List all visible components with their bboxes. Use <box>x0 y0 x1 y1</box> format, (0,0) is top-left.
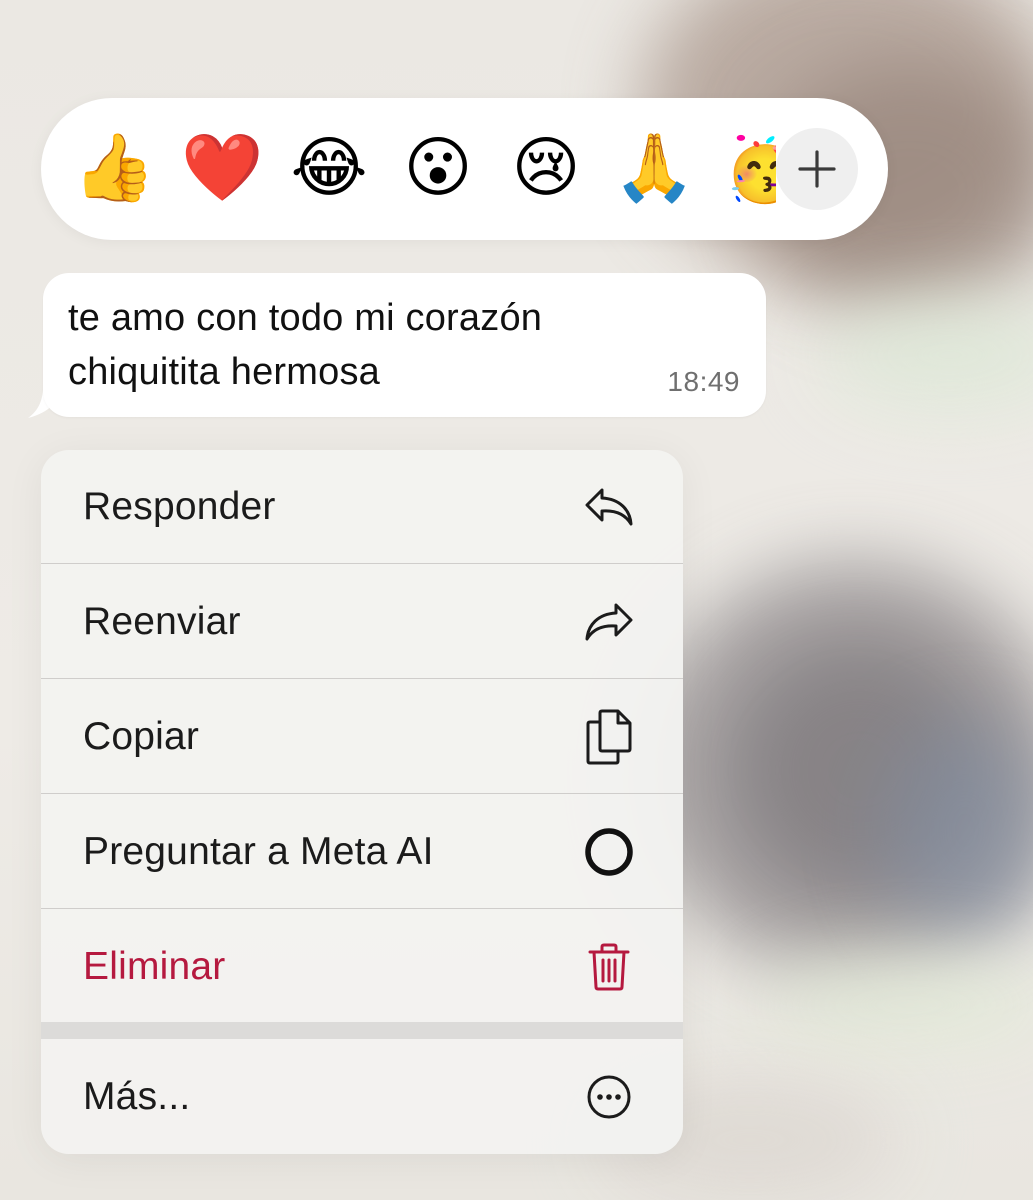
menu-item-ask-meta-ai[interactable]: Preguntar a Meta AI <box>41 795 683 909</box>
menu-item-label: Reenviar <box>83 599 241 643</box>
menu-separator <box>41 1022 683 1039</box>
menu-item-label: Responder <box>83 484 276 528</box>
reaction-thumbs-up[interactable]: 👍 <box>73 128 155 208</box>
reaction-red-heart[interactable]: ❤️ <box>181 128 263 208</box>
menu-item-reply[interactable]: Responder <box>41 450 683 564</box>
reaction-crying-face[interactable]: 😢 <box>506 128 586 208</box>
menu-item-forward[interactable]: Reenviar <box>41 565 683 679</box>
copy-icon <box>583 709 635 764</box>
more-icon <box>583 1071 635 1123</box>
trash-icon <box>583 941 635 993</box>
forward-icon <box>583 596 635 648</box>
reaction-partying-face[interactable]: 🥳 <box>724 128 776 208</box>
reaction-folded-hands[interactable]: 🙏 <box>613 128 695 208</box>
message-context-menu: Responder Reenviar Copiar Preguntar a Me… <box>41 450 683 1154</box>
message-line-1: te amo con todo mi corazón <box>68 297 543 339</box>
menu-item-copy[interactable]: Copiar <box>41 680 683 794</box>
message-bubble[interactable]: te amo con todo mi corazón chiquitita he… <box>43 273 766 417</box>
menu-item-more[interactable]: Más... <box>41 1040 683 1154</box>
menu-item-label: Copiar <box>83 714 200 758</box>
menu-item-label: Preguntar a Meta AI <box>83 829 434 873</box>
message-line-2: chiquitita hermosa <box>68 351 380 393</box>
message-text: te amo con todo mi corazón chiquitita he… <box>68 291 638 399</box>
more-reactions-button[interactable] <box>776 128 858 210</box>
plus-icon <box>798 150 836 188</box>
menu-item-label: Eliminar <box>83 945 226 988</box>
message-timestamp: 18:49 <box>667 366 740 397</box>
menu-item-label: Más... <box>83 1075 191 1118</box>
reaction-tears-of-joy[interactable]: 😂 <box>289 128 369 208</box>
menu-item-delete[interactable]: Eliminar <box>41 910 683 1024</box>
reaction-bar: 👍 ❤️ 😂 😮 😢 🙏 🥳 <box>41 98 888 240</box>
reply-icon <box>583 481 635 533</box>
reaction-open-mouth[interactable]: 😮 <box>398 128 478 208</box>
meta-ai-icon <box>583 826 635 878</box>
